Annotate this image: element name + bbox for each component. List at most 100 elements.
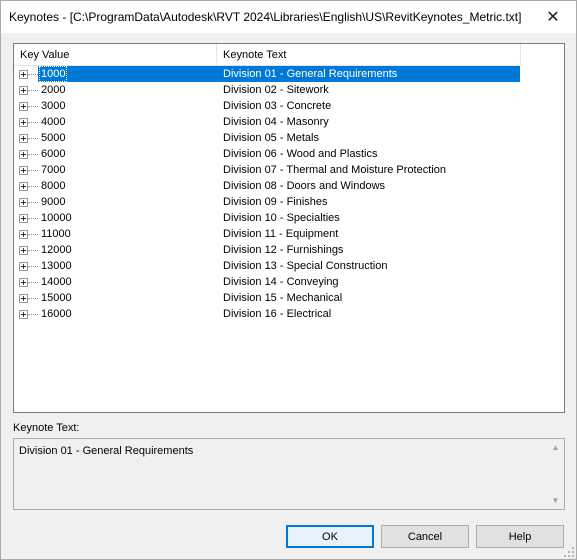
tree-rows: 1000 Division 01 - General Requirements 20…	[14, 66, 521, 322]
tree-connector	[28, 122, 38, 123]
tree-connector	[28, 90, 38, 91]
row-keynote-text: Division 10 - Specialties	[223, 212, 340, 224]
keynote-tree[interactable]: Key Value Keynote Text 1000 Division 01 -…	[13, 43, 565, 413]
scroll-up-arrow-icon[interactable]: ▲	[547, 439, 564, 456]
expand-plus-icon[interactable]	[19, 86, 28, 95]
row-keynote-text: Division 11 - Equipment	[223, 228, 339, 240]
row-keynote-text: Division 01 - General Requirements	[223, 68, 398, 80]
tree-connector	[28, 186, 38, 187]
row-key-value: 14000	[41, 276, 72, 288]
tree-row[interactable]: 12000 Division 12 - Furnishings	[14, 242, 521, 258]
tree-row[interactable]: 2000 Division 02 - Sitework	[14, 82, 521, 98]
row-key-value: 13000	[41, 260, 72, 272]
row-key-value: 15000	[41, 292, 72, 304]
row-keynote-text: Division 06 - Wood and Plastics	[223, 148, 378, 160]
tree-connector	[28, 202, 38, 203]
expand-plus-icon[interactable]	[19, 262, 28, 271]
row-key-value: 3000	[41, 100, 66, 112]
tree-row[interactable]: 5000 Division 05 - Metals	[14, 130, 521, 146]
tree-row[interactable]: 9000 Division 09 - Finishes	[14, 194, 521, 210]
column-header-key-value[interactable]: Key Value	[14, 44, 217, 66]
keynote-text-value: Division 01 - General Requirements	[19, 445, 194, 457]
keynote-text-scrollbar[interactable]: ▲ ▼	[547, 439, 564, 509]
expand-plus-icon[interactable]	[19, 118, 28, 127]
row-key-value: 6000	[41, 148, 66, 160]
tree-connector	[28, 266, 38, 267]
tree-row[interactable]: 8000 Division 08 - Doors and Windows	[14, 178, 521, 194]
row-key-value: 11000	[41, 228, 71, 240]
expand-plus-icon[interactable]	[19, 102, 28, 111]
row-key-value: 1000	[39, 66, 68, 82]
expand-plus-icon[interactable]	[19, 150, 28, 159]
row-keynote-text: Division 12 - Furnishings	[223, 244, 344, 256]
expand-plus-icon[interactable]	[19, 214, 28, 223]
tree-connector	[28, 314, 38, 315]
row-keynote-text: Division 14 - Conveying	[223, 276, 339, 288]
expand-plus-icon[interactable]	[19, 198, 28, 207]
row-keynote-text: Division 07 - Thermal and Moisture Prote…	[223, 164, 446, 176]
expand-plus-icon[interactable]	[19, 246, 28, 255]
tree-row[interactable]: 3000 Division 03 - Concrete	[14, 98, 521, 114]
row-keynote-text: Division 15 - Mechanical	[223, 292, 343, 304]
tree-row[interactable]: 7000 Division 07 - Thermal and Moisture P…	[14, 162, 521, 178]
expand-plus-icon[interactable]	[19, 182, 28, 191]
tree-row[interactable]: 4000 Division 04 - Masonry	[14, 114, 521, 130]
tree-row[interactable]: 14000 Division 14 - Conveying	[14, 274, 521, 290]
row-key-value: 8000	[41, 180, 66, 192]
tree-connector	[28, 234, 38, 235]
close-icon: ✕	[546, 9, 560, 26]
window-title: Keynotes - [C:\ProgramData\Autodesk\RVT …	[9, 10, 522, 24]
tree-row[interactable]: 6000 Division 06 - Wood and Plastics	[14, 146, 521, 162]
expand-plus-icon[interactable]	[19, 230, 28, 239]
expand-plus-icon[interactable]	[19, 166, 28, 175]
tree-header: Key Value Keynote Text	[14, 44, 521, 66]
row-key-value: 5000	[41, 132, 66, 144]
tree-connector	[28, 138, 38, 139]
scroll-down-arrow-icon[interactable]: ▼	[547, 492, 564, 509]
resize-grip-icon[interactable]	[563, 546, 575, 558]
tree-connector	[28, 74, 38, 75]
close-button[interactable]: ✕	[530, 1, 576, 33]
row-key-value: 7000	[41, 164, 66, 176]
row-key-value: 4000	[41, 116, 66, 128]
row-keynote-text: Division 13 - Special Construction	[223, 260, 388, 272]
tree-connector	[28, 282, 38, 283]
row-key-value: 16000	[41, 308, 72, 320]
row-keynote-text: Division 03 - Concrete	[223, 100, 332, 112]
tree-connector	[28, 298, 38, 299]
row-key-value: 2000	[41, 84, 66, 96]
tree-row[interactable]: 16000 Division 16 - Electrical	[14, 306, 521, 322]
row-keynote-text: Division 08 - Doors and Windows	[223, 180, 386, 192]
help-button[interactable]: Help	[476, 525, 564, 548]
cancel-button[interactable]: Cancel	[381, 525, 469, 548]
row-key-value: 9000	[41, 196, 66, 208]
keynote-text-box[interactable]: Division 01 - General Requirements ▲ ▼	[13, 438, 565, 510]
row-keynote-text: Division 04 - Masonry	[223, 116, 329, 128]
tree-row[interactable]: 11000 Division 11 - Equipment	[14, 226, 521, 242]
tree-connector	[28, 154, 38, 155]
tree-row[interactable]: 13000 Division 13 - Special Construction	[14, 258, 521, 274]
row-key-value: 12000	[41, 244, 72, 256]
tree-connector	[28, 218, 38, 219]
row-keynote-text: Division 02 - Sitework	[223, 84, 329, 96]
column-header-keynote-text[interactable]: Keynote Text	[217, 44, 521, 66]
row-keynote-text: Division 05 - Metals	[223, 132, 319, 144]
expand-plus-icon[interactable]	[19, 70, 28, 79]
tree-row[interactable]: 10000 Division 10 - Specialties	[14, 210, 521, 226]
row-key-value: 10000	[41, 212, 72, 224]
tree-connector	[28, 170, 38, 171]
tree-row[interactable]: 1000 Division 01 - General Requirements	[14, 66, 521, 82]
ok-button[interactable]: OK	[286, 525, 374, 548]
title-bar: Keynotes - [C:\ProgramData\Autodesk\RVT …	[1, 1, 576, 33]
expand-plus-icon[interactable]	[19, 310, 28, 319]
expand-plus-icon[interactable]	[19, 278, 28, 287]
keynotes-dialog: Keynotes - [C:\ProgramData\Autodesk\RVT …	[0, 0, 577, 560]
tree-row[interactable]: 15000 Division 15 - Mechanical	[14, 290, 521, 306]
row-keynote-text: Division 16 - Electrical	[223, 308, 332, 320]
keynote-text-label: Keynote Text:	[13, 422, 80, 434]
row-keynote-text: Division 09 - Finishes	[223, 196, 328, 208]
expand-plus-icon[interactable]	[19, 134, 28, 143]
expand-plus-icon[interactable]	[19, 294, 28, 303]
tree-connector	[28, 106, 38, 107]
tree-connector	[28, 250, 38, 251]
